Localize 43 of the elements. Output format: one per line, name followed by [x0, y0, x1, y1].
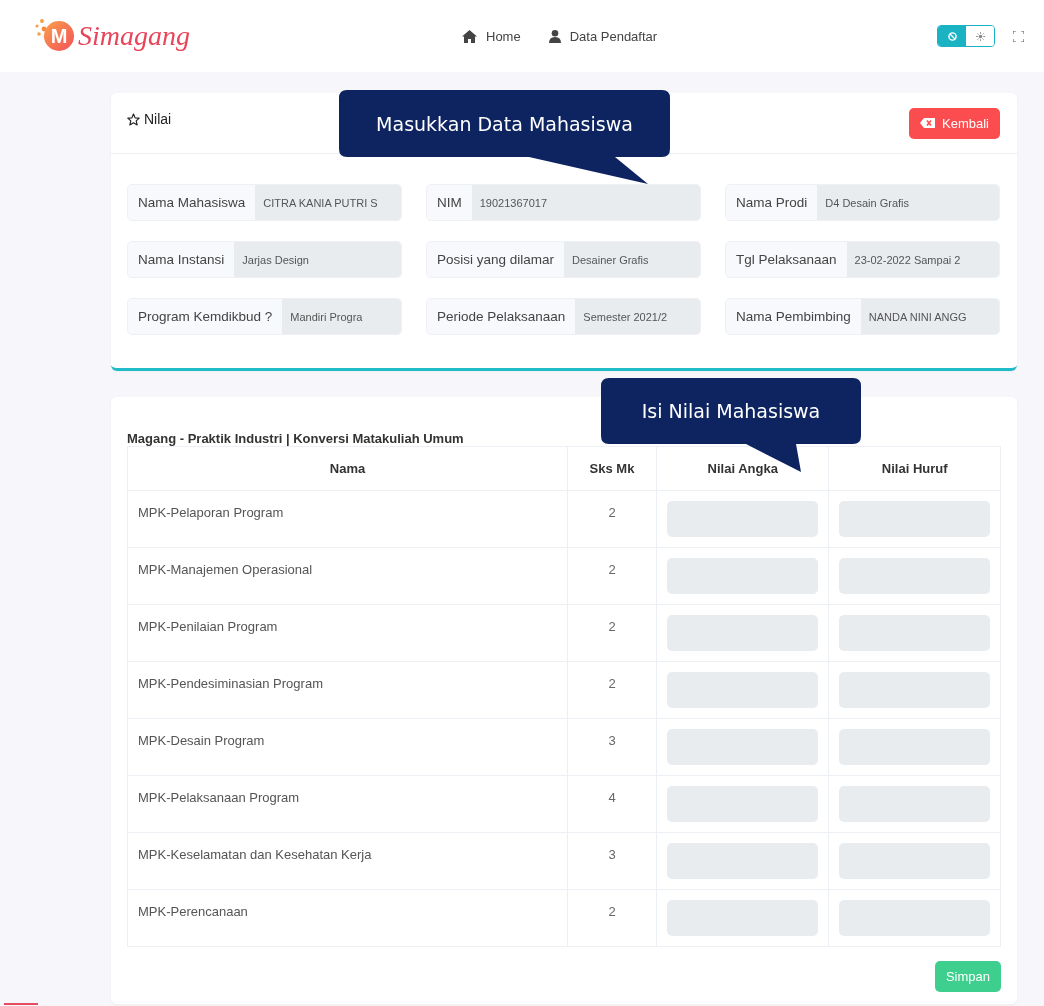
table-cell: MPK-Manajemen Operasional [127, 547, 568, 605]
table-cell: 2 [567, 490, 657, 548]
input-field[interactable]: Semester 2021/2 [575, 299, 700, 334]
input-field[interactable]: NANDA NINI ANGG [860, 299, 999, 334]
input-field[interactable]: 19021367017 [471, 185, 700, 220]
table-cell: MPK-Pelaksanaan Program [127, 775, 568, 833]
card-title: Magang - Praktik Industri | Konversi Matakuliah Umum [127, 430, 465, 446]
dark-mode-button[interactable] [938, 26, 966, 46]
table-cell: 2 [567, 547, 657, 605]
table-cell: MPK-Perencanaan [127, 889, 568, 947]
nav-link[interactable]: Data Pendaftar [548, 28, 658, 44]
card-title: Nilai [144, 111, 172, 127]
column-header: Nilai Huruf [828, 446, 1001, 491]
input-field[interactable]: Jarjas Design [234, 242, 401, 277]
table-cell: 4 [567, 775, 657, 833]
logo-mark: M [44, 21, 74, 51]
home-icon [462, 29, 477, 43]
logo-name: Simagang [78, 20, 190, 52]
sun-icon [975, 31, 985, 41]
table-cell: MPK-Pelaporan Program [127, 490, 568, 548]
table-cell: MPK-Penilaian Program [127, 604, 568, 662]
nav-link[interactable]: Home [462, 28, 521, 44]
table-cell: 3 [567, 832, 657, 890]
table-cell: MPK-Desain Program [127, 718, 568, 776]
input-field[interactable]: Desainer Grafis [564, 242, 700, 277]
input-field[interactable]: Mandiri Progra [282, 299, 401, 334]
input-field[interactable]: CITRA KANIA PUTRI S [255, 185, 401, 220]
scroll-marker [4, 1003, 38, 1005]
table-cell: 2 [567, 661, 657, 719]
user-icon [548, 29, 561, 43]
table-cell: 2 [567, 604, 657, 662]
input-field[interactable]: D4 Desain Grafis [817, 185, 999, 220]
input-field[interactable]: 23-02-2022 Sampai 2 [846, 242, 999, 277]
column-header: Sks Mk [567, 446, 657, 491]
fullscreen-icon[interactable] [1013, 30, 1024, 42]
table-cell: MPK-Pendesiminasian Program [127, 661, 568, 719]
table-cell: MPK-Keselamatan dan Kesehatan Kerja [127, 832, 568, 890]
table-cell: 2 [567, 889, 657, 947]
star-icon [127, 112, 140, 126]
callout: Masukkan Data Mahasiswa [339, 90, 670, 184]
column-header: Nama [127, 446, 568, 491]
table-cell: 3 [567, 718, 657, 776]
backspace-icon [920, 118, 936, 128]
